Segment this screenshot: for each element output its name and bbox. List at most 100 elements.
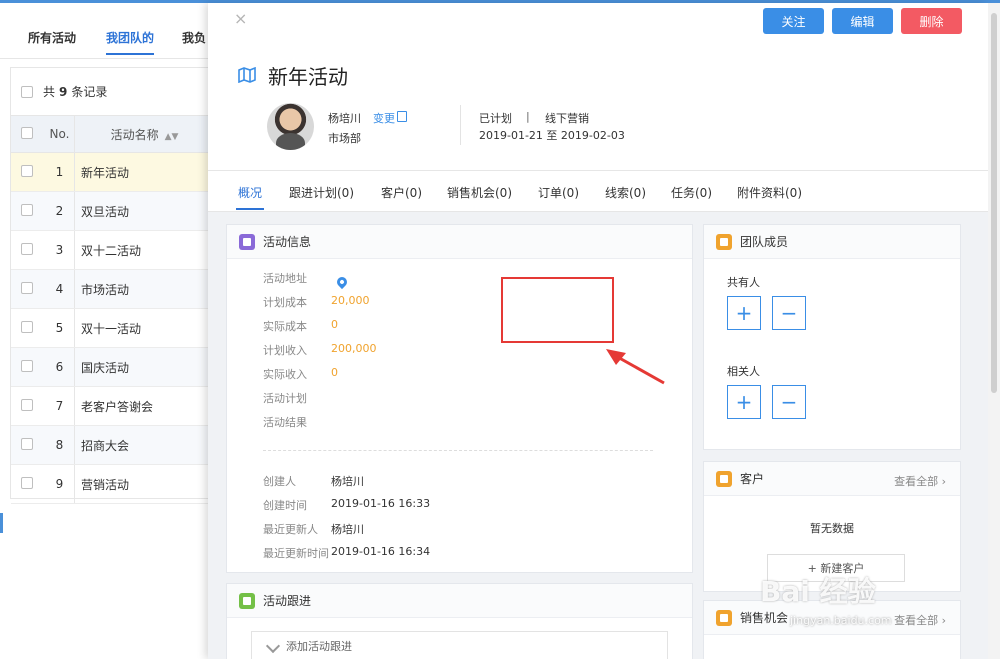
watermark-main: Bai 经验 xyxy=(760,575,876,608)
edit-button[interactable]: 编辑 xyxy=(832,8,893,34)
follow-button[interactable]: 关注 xyxy=(763,8,824,34)
column-name-label: 活动名称 xyxy=(110,127,159,142)
activity-list-page: 所有活动 我团队的 我负 共 9 条记录 No. 活动名称 ▲▼ 1 新年活动 2 双旦… xyxy=(0,3,208,659)
table-row[interactable]: 9 营销活动 xyxy=(11,465,208,504)
activity-follow-header: 活动跟进 xyxy=(227,584,692,618)
info-field-label: 计划成本 xyxy=(263,296,307,309)
add-shared-owner-button[interactable]: + xyxy=(727,296,761,330)
tab-my-responsible[interactable]: 我负 xyxy=(182,29,206,46)
row-checkbox[interactable] xyxy=(21,359,33,372)
info-field-label: 活动结果 xyxy=(263,416,307,429)
remove-related-person-button[interactable]: − xyxy=(772,385,806,419)
row-checkbox[interactable] xyxy=(21,398,33,411)
table-row[interactable]: 5 双十一活动 xyxy=(11,309,208,348)
row-checkbox[interactable] xyxy=(21,203,33,216)
row-checkbox[interactable] xyxy=(21,242,33,255)
tab-all-activities[interactable]: 所有活动 xyxy=(28,29,76,46)
shared-owners-label: 共有人 xyxy=(727,276,760,289)
add-related-person-button[interactable]: + xyxy=(727,385,761,419)
row-name[interactable]: 双旦活动 xyxy=(75,203,208,220)
baidu-watermark: Bai 经验 jingyan.baidu.com xyxy=(760,570,960,640)
scrollbar-thumb[interactable] xyxy=(991,13,997,393)
detail-tabs: 概况 跟进计划(0) 客户(0) 销售机会(0) 订单(0) 线索(0) 任务(… xyxy=(208,170,988,212)
table-row[interactable]: 4 市场活动 xyxy=(11,270,208,309)
customers-view-all-link[interactable]: 查看全部 › xyxy=(894,473,946,489)
tab-follow-plan[interactable]: 跟进计划(0) xyxy=(289,184,354,201)
table-row[interactable]: 2 双旦活动 xyxy=(11,192,208,231)
column-no: No. xyxy=(45,116,75,152)
page-title: 新年活动 xyxy=(268,65,348,89)
activity-type: 线下营销 xyxy=(545,112,589,125)
table-row[interactable]: 3 双十二活动 xyxy=(11,231,208,270)
location-pin-icon[interactable] xyxy=(334,274,350,290)
meta-field-label: 创建时间 xyxy=(263,499,307,512)
header-checkbox[interactable] xyxy=(21,126,33,139)
related-people-label: 相关人 xyxy=(727,365,760,378)
meta-field-value: 2019-01-16 16:34 xyxy=(331,545,431,558)
add-follow-placeholder: 添加活动跟进 xyxy=(286,640,352,653)
avatar xyxy=(267,103,314,150)
edit-doc-icon[interactable] xyxy=(397,111,407,122)
customers-title: 客户 xyxy=(740,472,765,486)
activity-info-card: 活动信息 活动地址 计划成本 20,000 实际成本 0 计划收入 200,000 实际收入 0… xyxy=(226,224,693,573)
row-checkbox[interactable] xyxy=(21,437,33,450)
info-field-value: 0 xyxy=(331,366,338,379)
close-icon[interactable]: × xyxy=(234,9,247,28)
meta-field-value: 2019-01-16 16:33 xyxy=(331,497,431,510)
row-checkbox[interactable] xyxy=(21,281,33,294)
meta-field-value: 杨培川 xyxy=(331,523,364,536)
row-name[interactable]: 营销活动 xyxy=(75,476,208,493)
row-name[interactable]: 国庆活动 xyxy=(75,359,208,376)
select-all-checkbox[interactable] xyxy=(21,85,33,98)
customers-header: 客户 查看全部 › xyxy=(704,462,960,496)
tab-my-team[interactable]: 我团队的 xyxy=(106,29,155,55)
tab-leads[interactable]: 线索(0) xyxy=(605,184,646,201)
count-number: 9 xyxy=(59,84,68,99)
table-row[interactable]: 1 新年活动 xyxy=(11,153,208,192)
row-no: 9 xyxy=(45,465,75,503)
customer-icon xyxy=(716,470,732,487)
customers-empty-text: 暂无数据 xyxy=(810,522,854,535)
row-checkbox[interactable] xyxy=(21,320,33,333)
count-suffix: 条记录 xyxy=(71,85,108,99)
row-name[interactable]: 新年活动 xyxy=(75,164,208,181)
owner-department: 市场部 xyxy=(328,132,361,145)
tab-customers[interactable]: 客户(0) xyxy=(381,184,422,201)
add-follow-input[interactable]: 添加活动跟进 xyxy=(251,631,668,659)
tab-opportunities[interactable]: 销售机会(0) xyxy=(447,184,512,201)
row-no: 8 xyxy=(45,426,75,464)
row-name[interactable]: 招商大会 xyxy=(75,437,208,454)
map-icon xyxy=(238,67,256,83)
remove-shared-owner-button[interactable]: − xyxy=(772,296,806,330)
row-no: 3 xyxy=(45,231,75,269)
row-name[interactable]: 老客户答谢会 xyxy=(75,398,208,415)
drawer-scrollbar[interactable] xyxy=(988,3,1000,659)
tab-overview[interactable]: 概况 xyxy=(235,184,265,210)
info-field-label: 计划收入 xyxy=(263,344,307,357)
tab-orders[interactable]: 订单(0) xyxy=(538,184,579,201)
left-edge-marker xyxy=(0,513,3,533)
delete-button[interactable]: 删除 xyxy=(901,8,962,34)
tab-attachments[interactable]: 附件资料(0) xyxy=(737,184,802,201)
row-checkbox[interactable] xyxy=(21,476,33,489)
table-row[interactable]: 7 老客户答谢会 xyxy=(11,387,208,426)
info-field-label: 活动地址 xyxy=(263,272,307,285)
table-row[interactable]: 6 国庆活动 xyxy=(11,348,208,387)
change-owner-link[interactable]: 变更 xyxy=(373,110,395,126)
row-name[interactable]: 双十一活动 xyxy=(75,320,208,337)
owner-name: 杨培川 xyxy=(328,112,361,125)
sort-icon[interactable]: ▲▼ xyxy=(165,132,179,142)
meta-field-label: 创建人 xyxy=(263,475,296,488)
row-name[interactable]: 市场活动 xyxy=(75,281,208,298)
row-no: 7 xyxy=(45,387,75,425)
row-name[interactable]: 双十二活动 xyxy=(75,242,208,259)
pencil-icon xyxy=(265,638,281,654)
row-checkbox[interactable] xyxy=(21,164,33,177)
info-field-value: 20,000 xyxy=(331,294,370,307)
activity-date-range: 2019-01-21 至 2019-02-03 xyxy=(479,129,625,142)
table-body: 1 新年活动 2 双旦活动 3 双十二活动 4 市场活动 5 双十一活动 6 国庆活动 7 老客户答谢会 8… xyxy=(11,153,208,504)
watermark-url: jingyan.baidu.com xyxy=(790,614,892,627)
tab-tasks[interactable]: 任务(0) xyxy=(671,184,712,201)
column-name[interactable]: 活动名称 ▲▼ xyxy=(75,126,208,143)
table-row[interactable]: 8 招商大会 xyxy=(11,426,208,465)
